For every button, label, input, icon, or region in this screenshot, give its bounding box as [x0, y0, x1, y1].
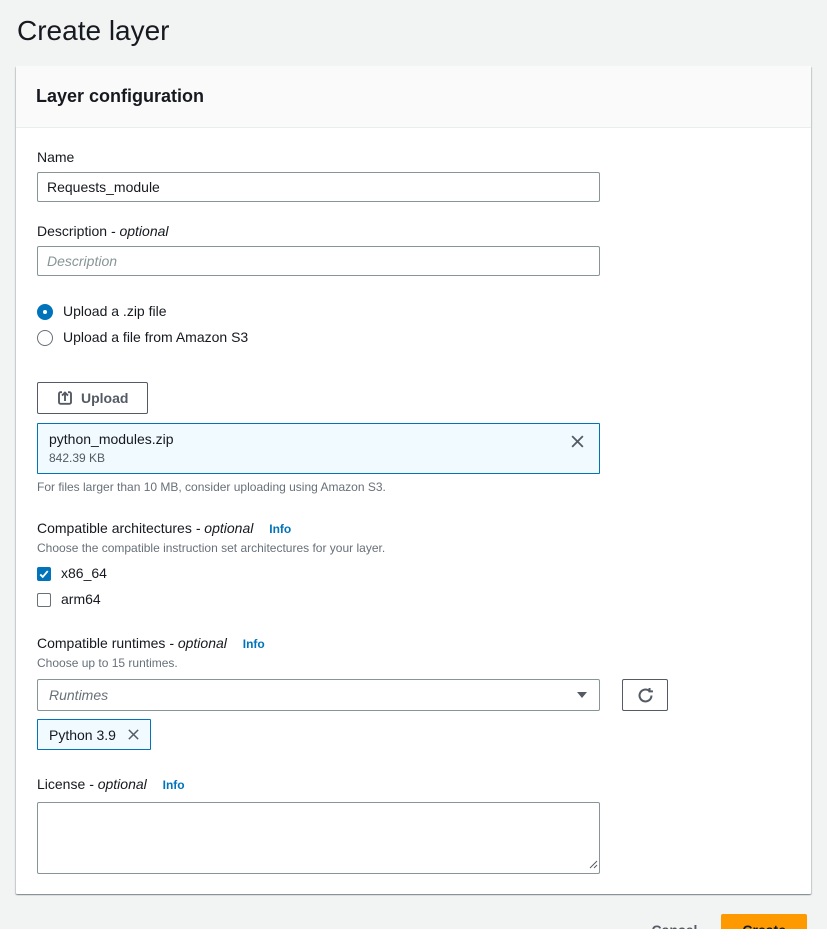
- refresh-runtimes-button[interactable]: [622, 679, 668, 711]
- upload-source-radio-group: Upload a .zip file Upload a file from Am…: [37, 303, 791, 346]
- radio-upload-s3[interactable]: Upload a file from Amazon S3: [37, 329, 791, 346]
- description-field-group: Description - optional: [37, 222, 791, 276]
- description-label: Description - optional: [37, 222, 791, 240]
- file-name: python_modules.zip: [49, 430, 174, 449]
- refresh-icon: [637, 687, 654, 704]
- upload-button[interactable]: Upload: [37, 382, 148, 414]
- checkbox-arm64-label: arm64: [61, 591, 101, 608]
- file-size-hint: For files larger than 10 MB, consider up…: [37, 480, 791, 495]
- radio-upload-s3-label: Upload a file from Amazon S3: [63, 329, 248, 346]
- radio-unselected-icon: [37, 330, 53, 346]
- name-field-group: Name: [37, 148, 791, 202]
- license-label: License - optional Info: [37, 775, 791, 794]
- runtimes-select[interactable]: Runtimes: [37, 679, 600, 711]
- license-textarea-wrapper: [37, 802, 600, 874]
- description-label-text: Description: [37, 223, 107, 239]
- checkbox-arm64[interactable]: arm64: [37, 591, 791, 608]
- runtimes-select-placeholder: Runtimes: [49, 687, 108, 703]
- name-label: Name: [37, 148, 791, 166]
- license-info-link[interactable]: Info: [163, 778, 185, 792]
- runtime-token-label: Python 3.9: [49, 727, 116, 743]
- close-icon[interactable]: [568, 430, 587, 453]
- description-input[interactable]: [37, 246, 600, 276]
- panel-body: Name Description - optional Upload a .zi…: [16, 128, 811, 894]
- radio-upload-zip[interactable]: Upload a .zip file: [37, 303, 791, 320]
- architectures-description: Choose the compatible instruction set ar…: [37, 541, 791, 556]
- checkbox-unchecked-icon: [37, 593, 51, 607]
- runtime-token-python39: Python 3.9: [37, 719, 151, 750]
- panel-title: Layer configuration: [36, 86, 791, 107]
- checkbox-x86-64-label: x86_64: [61, 565, 107, 582]
- architectures-info-link[interactable]: Info: [269, 522, 291, 536]
- runtimes-section: Compatible runtimes - optional Info Choo…: [37, 634, 791, 750]
- architectures-optional-text: - optional: [196, 520, 254, 536]
- layer-configuration-panel: Layer configuration Name Description - o…: [16, 66, 811, 894]
- create-button[interactable]: Create: [721, 914, 807, 929]
- runtimes-description: Choose up to 15 runtimes.: [37, 656, 791, 671]
- runtimes-optional-text: - optional: [169, 635, 227, 651]
- checkbox-checked-icon: [37, 567, 51, 581]
- upload-icon: [57, 390, 73, 406]
- file-size: 842.39 KB: [49, 450, 174, 466]
- cancel-button[interactable]: Cancel: [641, 916, 707, 929]
- panel-header: Layer configuration: [16, 66, 811, 128]
- runtimes-label: Compatible runtimes - optional Info: [37, 634, 791, 653]
- upload-button-label: Upload: [81, 390, 128, 406]
- checkbox-x86-64[interactable]: x86_64: [37, 565, 791, 582]
- runtimes-info-link[interactable]: Info: [243, 637, 265, 651]
- footer-actions: Cancel Create: [16, 914, 807, 929]
- token-close-icon[interactable]: [125, 726, 142, 743]
- architectures-label: Compatible architectures - optional Info: [37, 519, 791, 538]
- license-label-text: License: [37, 776, 85, 792]
- runtimes-label-text: Compatible runtimes: [37, 635, 165, 651]
- license-optional-text: - optional: [89, 776, 147, 792]
- caret-down-icon: [576, 691, 588, 699]
- radio-selected-icon: [37, 304, 53, 320]
- license-section: License - optional Info: [37, 775, 791, 874]
- runtimes-select-row: Runtimes: [37, 679, 791, 711]
- page-title: Create layer: [0, 0, 827, 66]
- name-input[interactable]: [37, 172, 600, 202]
- architectures-section: Compatible architectures - optional Info…: [37, 519, 791, 608]
- description-optional-text: - optional: [111, 223, 169, 239]
- file-meta: python_modules.zip 842.39 KB: [49, 430, 174, 466]
- radio-upload-zip-label: Upload a .zip file: [63, 303, 167, 320]
- license-textarea[interactable]: [37, 802, 600, 874]
- selected-file-card: python_modules.zip 842.39 KB: [37, 423, 600, 474]
- architectures-label-text: Compatible architectures: [37, 520, 192, 536]
